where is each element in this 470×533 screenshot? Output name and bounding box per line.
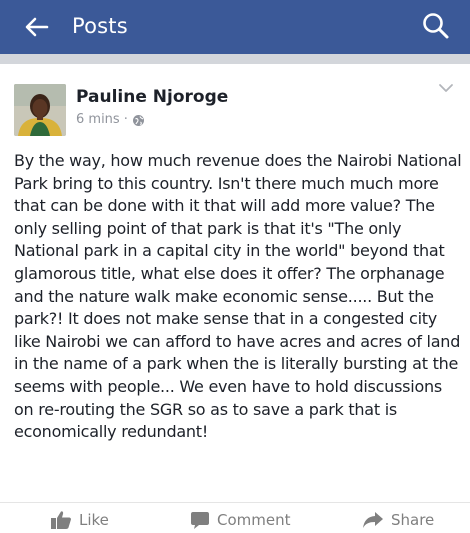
post-timestamp[interactable]: 6 mins: [76, 111, 120, 129]
thumbs-up-icon: [51, 511, 71, 529]
speech-bubble-icon: [191, 511, 209, 529]
like-label: Like: [79, 511, 109, 529]
post-card: Pauline Njoroge 6 mins · By the way, how…: [0, 64, 470, 533]
post-options-button[interactable]: [436, 80, 456, 96]
comment-button[interactable]: Comment: [190, 509, 291, 531]
globe-icon: [132, 114, 144, 126]
post-meta: 6 mins ·: [76, 111, 145, 129]
search-button[interactable]: [420, 10, 452, 42]
chevron-down-icon: [439, 84, 453, 92]
post-body-text: By the way, how much revenue does the Na…: [14, 151, 462, 442]
back-button[interactable]: [22, 12, 52, 42]
page-title: Posts: [72, 14, 128, 38]
avatar[interactable]: [14, 84, 66, 136]
share-button[interactable]: Share: [362, 509, 434, 531]
share-arrow-icon: [363, 512, 383, 528]
share-label: Share: [391, 511, 435, 529]
feed-separator: [0, 54, 470, 64]
comment-label: Comment: [217, 511, 291, 529]
top-app-bar: Posts: [0, 0, 470, 54]
post-action-bar: Like Comment Share: [0, 502, 470, 533]
search-icon: [423, 13, 449, 39]
meta-separator: ·: [123, 112, 128, 127]
like-button[interactable]: Like: [50, 509, 109, 531]
arrow-left-icon: [25, 17, 49, 37]
profile-photo: [14, 84, 66, 136]
author-name[interactable]: Pauline Njoroge: [76, 86, 228, 108]
